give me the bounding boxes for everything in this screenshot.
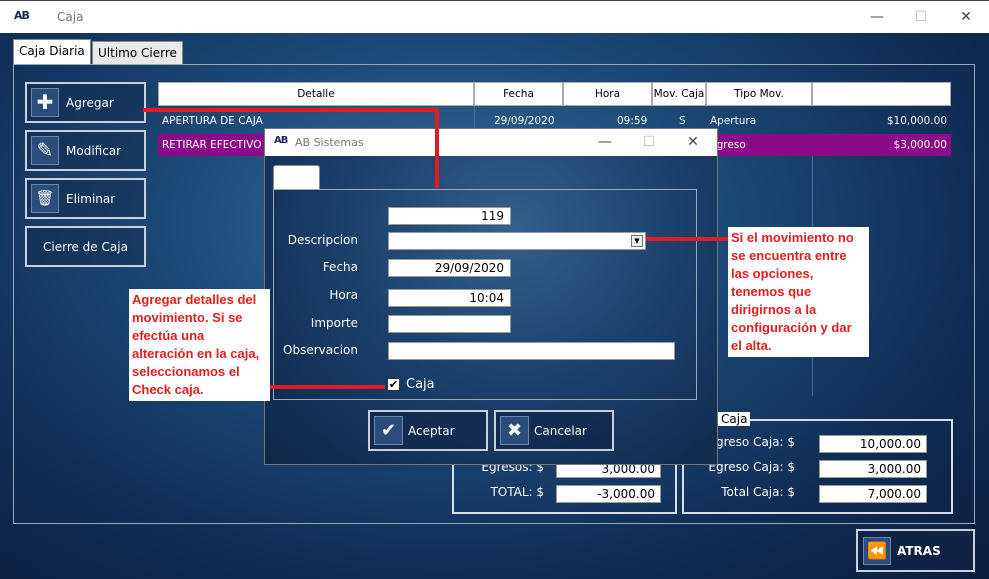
rewind-icon: ⏪ (863, 537, 891, 565)
plus-icon: ✚ (31, 88, 59, 117)
total-caja-value: 7,000.00 (819, 485, 927, 503)
cell-fecha: 29/09/2020 (494, 115, 555, 127)
window-title: Caja (57, 10, 84, 24)
check-icon: ✔ (374, 416, 403, 445)
descripcion-select[interactable]: ▼ (388, 232, 646, 250)
numero-field[interactable]: 119 (388, 207, 511, 225)
column-header-fecha[interactable]: Fecha (474, 82, 563, 106)
modificar-label: Modificar (66, 144, 122, 158)
dialog-close-icon[interactable]: ✕ (683, 132, 703, 152)
cell-detalle: RETIRAR EFECTIVO (162, 139, 262, 151)
atras-button[interactable]: ⏪ ATRAS (856, 529, 975, 572)
hora-field[interactable]: 10:04 (388, 289, 511, 307)
annotation-note-left: Agregar detalles del movimiento. Si se e… (129, 289, 270, 401)
annotation-connector (143, 108, 439, 112)
cierre-de-caja-label: Cierre de Caja (43, 240, 128, 254)
tab-caja-diaria[interactable]: Caja Diaria (13, 39, 91, 65)
column-header-hora[interactable]: Hora (563, 82, 652, 106)
eliminar-button[interactable]: 🗑 Eliminar (25, 178, 146, 219)
dialog-title: AB Sistemas (295, 136, 364, 149)
trash-icon: 🗑 (31, 184, 59, 213)
fecha-field[interactable]: 29/09/2020 (388, 259, 511, 277)
caja-checkbox[interactable]: ✔ (387, 378, 400, 391)
descripcion-label: Descripcion (287, 233, 358, 247)
movement-dialog: AB AB Sistemas — ☐ ✕ 119 Descripcion ▼ F… (264, 128, 718, 465)
dialog-tab[interactable] (273, 165, 320, 190)
hora-label: Hora (329, 288, 358, 302)
column-header-total[interactable]: Total (812, 82, 951, 106)
pencil-icon: ✎ (31, 136, 59, 165)
observacion-label: Observacion (283, 343, 358, 357)
column-header-detalle[interactable]: Detalle (158, 82, 474, 106)
chevron-down-icon[interactable]: ▼ (631, 235, 643, 247)
aceptar-button[interactable]: ✔ Aceptar (368, 410, 488, 451)
total-value: -3,000.00 (556, 485, 661, 503)
maximize-icon[interactable]: ☐ (911, 7, 931, 27)
column-header-mov-caja[interactable]: Mov. Caja (652, 82, 706, 106)
column-header-tipo-mov[interactable]: Tipo Mov. (706, 82, 812, 106)
modificar-button[interactable]: ✎ Modificar (25, 130, 146, 171)
atras-label: ATRAS (897, 544, 941, 558)
annotation-connector (270, 385, 385, 389)
observacion-field[interactable] (388, 342, 675, 360)
minimize-icon[interactable]: — (867, 7, 887, 27)
cancelar-label: Cancelar (534, 424, 587, 438)
annotation-note-right: Si el movimiento no se encuentra entre l… (728, 227, 869, 357)
close-icon[interactable]: ✕ (956, 7, 976, 27)
ingreso-caja-value: 10,000.00 (819, 435, 927, 453)
caja-panel-legend: Caja (718, 412, 751, 426)
agregar-label: Agregar (66, 96, 114, 110)
annotation-connector (646, 237, 730, 241)
caja-checkbox-label[interactable]: Caja (406, 377, 435, 392)
tab-ultimo-cierre[interactable]: Ultimo Cierre (92, 41, 183, 65)
dialog-maximize-icon[interactable]: ☐ (639, 132, 659, 152)
cell-total: $3,000.00 (893, 139, 947, 151)
cierre-de-caja-button[interactable]: Cierre de Caja (25, 226, 146, 267)
eliminar-label: Eliminar (66, 192, 116, 206)
cell-total: $10,000.00 (886, 115, 947, 127)
fecha-label: Fecha (322, 260, 358, 274)
cell-hora: 09:59 (617, 115, 648, 127)
app-logo: AB (14, 9, 30, 22)
dialog-titlebar: AB AB Sistemas — ☐ ✕ (265, 129, 717, 156)
dialog-logo: AB (274, 135, 288, 146)
cell-mov-caja: S (679, 115, 686, 127)
summary-caja-panel: Caja Ingreso Caja: $ 10,000.00 Egreso Ca… (682, 412, 953, 514)
importe-label: Importe (310, 316, 358, 330)
cell-tipo-mov: Apertura (710, 115, 757, 127)
egreso-caja-value: 3,000.00 (819, 460, 927, 478)
agregar-button[interactable]: ✚ Agregar (25, 82, 146, 123)
cancelar-button[interactable]: ✖ Cancelar (494, 410, 614, 451)
total-label: TOTAL: $ (490, 485, 544, 499)
annotation-connector (435, 108, 439, 188)
window-titlebar: AB Caja — ☐ ✕ (0, 0, 989, 33)
total-caja-label: Total Caja: $ (721, 485, 795, 499)
dialog-minimize-icon[interactable]: — (595, 132, 615, 152)
aceptar-label: Aceptar (408, 424, 455, 438)
importe-field[interactable] (388, 315, 511, 333)
cancel-x-icon: ✖ (500, 416, 529, 445)
cell-detalle: APERTURA DE CAJA (162, 115, 263, 127)
